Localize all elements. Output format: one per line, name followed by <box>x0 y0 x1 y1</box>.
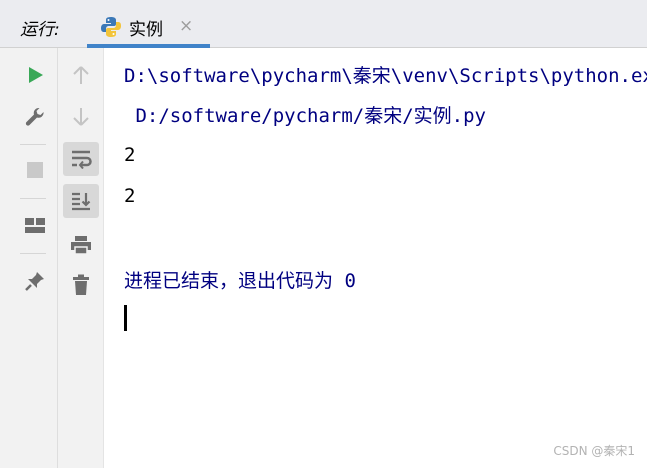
tab-run-config[interactable]: 实例 × <box>87 8 210 48</box>
python-icon <box>101 17 121 37</box>
run-label: 运行: <box>20 15 60 40</box>
console-actions-toolbar <box>58 48 104 468</box>
console-line-exit-status: 进程已结束，退出代码为 0 <box>124 270 356 292</box>
soft-wrap-icon[interactable] <box>63 142 99 176</box>
scroll-to-end-icon[interactable] <box>63 184 99 218</box>
stop-icon[interactable] <box>20 155 50 185</box>
run-tool-header: 运行: 实例 × <box>0 0 647 48</box>
console-line-command: D:\software\pycharm\秦宋\venv\Scripts\pyth… <box>124 65 647 87</box>
run-actions-toolbar <box>0 48 58 468</box>
run-label-text: 运行 <box>20 20 54 40</box>
watermark: CSDN @秦宋1 <box>553 444 635 458</box>
console-line-script-path: D:/software/pycharm/秦宋/实例.py <box>124 105 486 127</box>
arrow-up-icon[interactable] <box>66 60 96 90</box>
trash-icon[interactable] <box>66 270 96 300</box>
toolbar-divider <box>20 144 46 145</box>
console-line-output: 2 <box>124 144 136 166</box>
print-icon[interactable] <box>66 230 96 260</box>
toolbar-divider <box>20 253 46 254</box>
text-caret <box>124 305 127 331</box>
console-output[interactable]: D:\software\pycharm\秦宋\venv\Scripts\pyth… <box>104 48 647 468</box>
run-label-colon: : <box>54 20 60 40</box>
toolbar-divider <box>20 198 46 199</box>
wrench-icon[interactable] <box>20 102 50 132</box>
layout-icon[interactable] <box>20 211 50 241</box>
console-line-output: 2 <box>124 185 136 207</box>
tab-close-icon[interactable]: × <box>179 16 193 36</box>
tab-title: 实例 <box>129 20 163 40</box>
pin-icon[interactable] <box>20 266 50 296</box>
run-icon[interactable] <box>20 60 50 90</box>
arrow-down-icon[interactable] <box>66 102 96 132</box>
